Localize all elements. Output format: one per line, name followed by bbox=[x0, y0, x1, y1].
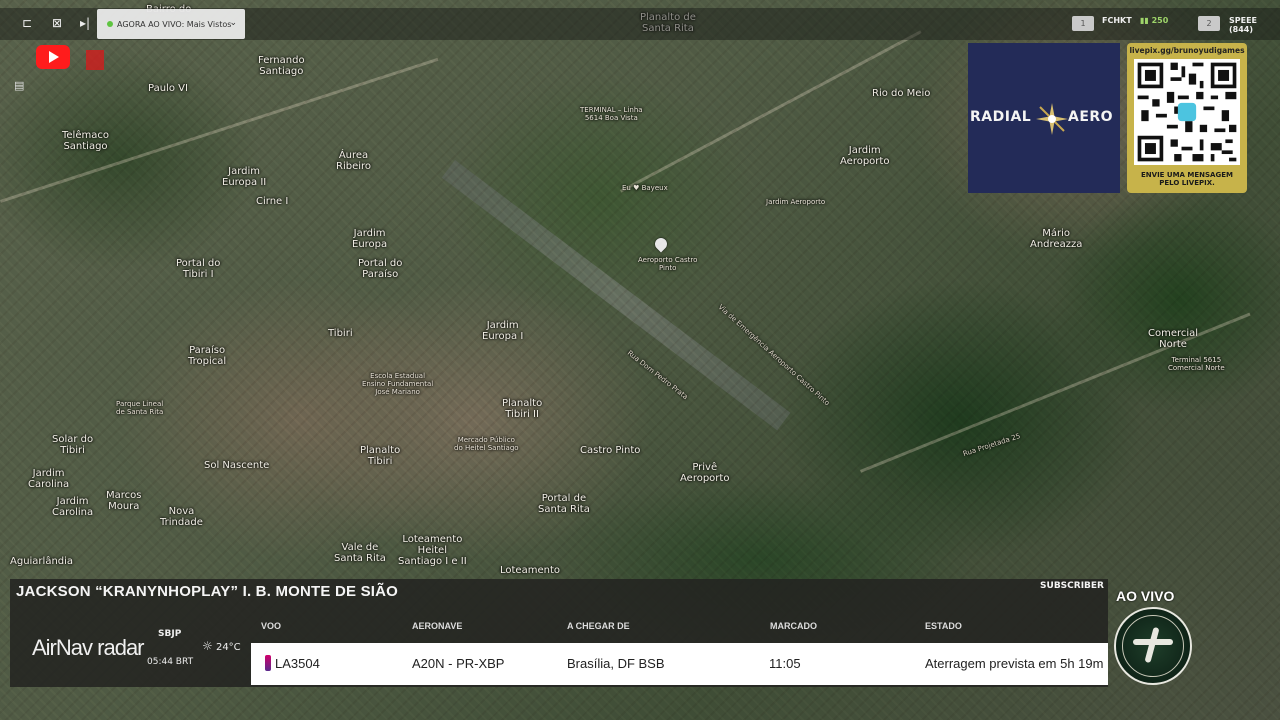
qr-code-icon[interactable] bbox=[1134, 59, 1240, 165]
map-label: Mercado Público do Heitel Santiago bbox=[454, 436, 519, 452]
map-label: Vale de Santa Rita bbox=[334, 542, 386, 564]
local-time: 05:44 BRT bbox=[147, 657, 194, 667]
map-label: Aeroporto Castro Pinto bbox=[638, 256, 698, 272]
leaderboard-name-1: FCHKT bbox=[1102, 16, 1132, 25]
map-label: Áurea Ribeiro bbox=[336, 150, 372, 172]
weather: ☼ 24°C bbox=[202, 639, 241, 653]
airport-runway bbox=[441, 160, 791, 431]
subscriber-label: SUBSCRIBER bbox=[1040, 581, 1104, 591]
map-label: Rua Projetada 25 bbox=[962, 431, 1022, 459]
leaderboard-points-1: ▮▮ 250 bbox=[1140, 16, 1168, 25]
map-label: Privê Aeroporto bbox=[680, 462, 730, 484]
rank-badge-2: 2 bbox=[1198, 16, 1220, 31]
map-label: Telêmaco Santiago bbox=[62, 130, 109, 152]
map-label: Planalto Tibiri bbox=[360, 445, 401, 467]
header-aircraft: AERONAVE bbox=[412, 621, 463, 631]
map-label: Jardim Europa I bbox=[482, 320, 524, 342]
map-label: Paulo VI bbox=[148, 83, 188, 94]
map-label: Fernando Santiago bbox=[258, 55, 305, 77]
map-label: Marcos Moura bbox=[106, 490, 142, 512]
map-label: Portal de Santa Rita bbox=[538, 493, 590, 515]
origin: Brasília, DF BSB bbox=[567, 656, 665, 671]
flight-status: Aterragem prevista em 5h 19m bbox=[925, 656, 1104, 671]
map-label: Nova Trindade bbox=[160, 506, 203, 528]
map-label: Sol Nascente bbox=[204, 460, 270, 471]
live-now-label: AGORA AO VIVO: Mais Vistos bbox=[117, 19, 232, 29]
weather-partly-cloudy-icon: ☼ bbox=[202, 639, 213, 653]
header-flight: VOO bbox=[261, 621, 282, 631]
map-label: Rio do Meio bbox=[872, 88, 931, 99]
map-label: Terminal 5615 Comercial Norte bbox=[1168, 356, 1225, 372]
map-label: Portal do Tibiri I bbox=[176, 258, 221, 280]
rank-badge-1: 1 bbox=[1072, 16, 1094, 31]
sponsor-radial-aero: RADIAL AERO bbox=[968, 43, 1120, 193]
map-label: Castro Pinto bbox=[580, 445, 641, 456]
airline-logo-icon bbox=[265, 655, 271, 671]
theater-mode-icon[interactable]: ⊠ bbox=[50, 16, 64, 30]
streamer-name: JACKSON “KRANYNHOPLAY” I. B. MONTE DE SI… bbox=[16, 583, 399, 600]
skip-next-icon[interactable]: ▸| bbox=[78, 16, 92, 30]
map-label: Loteamento bbox=[500, 565, 560, 576]
map-label: Paraíso Tropical bbox=[188, 345, 227, 367]
chevron-down-icon: ⌄ bbox=[229, 18, 237, 28]
airport-pin-icon[interactable] bbox=[652, 235, 670, 253]
live-label: AO VIVO bbox=[1116, 588, 1175, 604]
live-status-dot-icon bbox=[107, 21, 113, 27]
points-icon: ▮▮ bbox=[1140, 16, 1149, 25]
scheduled-time: 11:05 bbox=[769, 656, 801, 671]
chat-panel-icon[interactable]: ▤ bbox=[14, 80, 28, 92]
sponsor-word-left: RADIAL bbox=[970, 109, 1032, 125]
sponsor-word-right: AERO bbox=[1068, 109, 1114, 125]
plane-wing-icon bbox=[1144, 626, 1160, 664]
map-label: Tibiri bbox=[328, 328, 353, 339]
map-label: Jardim Carolina bbox=[28, 468, 70, 490]
map-label: Planalto Tibiri II bbox=[502, 398, 543, 420]
map-label: Loteamento Heitel Santiago I e II bbox=[398, 534, 467, 567]
airport-code: SBJP bbox=[158, 629, 182, 639]
map-label: Jardim Europa II bbox=[222, 166, 267, 188]
map-label: Mário Andreazza bbox=[1030, 228, 1083, 250]
header-scheduled: MARCADO bbox=[770, 621, 817, 631]
leaderboard-name-2: SPEEE (844) bbox=[1229, 16, 1258, 34]
brand-main: AirNav bbox=[32, 635, 93, 660]
road bbox=[0, 57, 439, 203]
top-bar: ⊏ ⊠ ▸| AGORA AO VIVO: Mais Vistos ⌄ 1 FC… bbox=[0, 8, 1280, 40]
map-label: Portal do Paraíso bbox=[358, 258, 403, 280]
map-label: Eu ♥ Bayeux bbox=[622, 184, 668, 192]
airnav-radar-logo: AirNav radar bbox=[32, 635, 145, 661]
map-label: Cirne I bbox=[256, 196, 289, 207]
aircraft-info: A20N - PR-XBP bbox=[412, 656, 505, 671]
map-label: Jardim Aeroporto bbox=[766, 198, 826, 206]
map-label: Rua Dom Pedro Prata bbox=[625, 349, 690, 402]
map-label: Parque Lineal de Santa Rita bbox=[116, 400, 164, 416]
youtube-icon[interactable] bbox=[36, 45, 70, 69]
sidebar-toggle-icon[interactable]: ⊏ bbox=[20, 16, 34, 30]
livepix-qr-card: livepix.gg/brunoyudigames ENVIE UMA MENS… bbox=[1127, 43, 1247, 193]
livepix-message: ENVIE UMA MENSAGEM PELO LIVEPIX. bbox=[1141, 171, 1233, 187]
header-status: ESTADO bbox=[925, 621, 962, 631]
header-from: A CHEGAR DE bbox=[567, 621, 630, 631]
flight-number: LA3504 bbox=[275, 656, 320, 671]
map-label: Comercial Norte bbox=[1148, 328, 1199, 350]
livepix-url: livepix.gg/brunoyudigames bbox=[1129, 46, 1245, 55]
notification-flag-icon bbox=[86, 50, 104, 70]
map-label: TERMINAL – Linha 5614 Boa Vista bbox=[580, 106, 643, 122]
map-label: Solar do Tibiri bbox=[52, 434, 94, 456]
brand-sub: radar bbox=[97, 635, 144, 660]
road bbox=[620, 30, 922, 193]
flight-row: LA3504 A20N - PR-XBP Brasília, DF BSB 11… bbox=[251, 643, 1108, 685]
flight-ticker: JACKSON “KRANYNHOPLAY” I. B. MONTE DE SI… bbox=[10, 579, 1108, 687]
map-label: Aguiarlândia bbox=[10, 556, 74, 567]
map-label: Jardim Aeroporto bbox=[840, 145, 890, 167]
compass-icon bbox=[1036, 103, 1068, 135]
points-value: 250 bbox=[1151, 16, 1169, 25]
road bbox=[860, 312, 1251, 473]
temperature: 24°C bbox=[215, 642, 241, 653]
map-label: Jardim Europa bbox=[352, 228, 388, 250]
map-label: Via de Emergência Aeroporto Castro Pinto bbox=[716, 302, 832, 408]
channel-emblem-logo bbox=[1114, 607, 1192, 685]
live-now-dropdown[interactable]: AGORA AO VIVO: Mais Vistos ⌄ bbox=[97, 9, 245, 39]
map-label: Jardim Carolina bbox=[52, 496, 94, 518]
map-label: Escola Estadual Ensino Fundamental José … bbox=[362, 372, 434, 396]
